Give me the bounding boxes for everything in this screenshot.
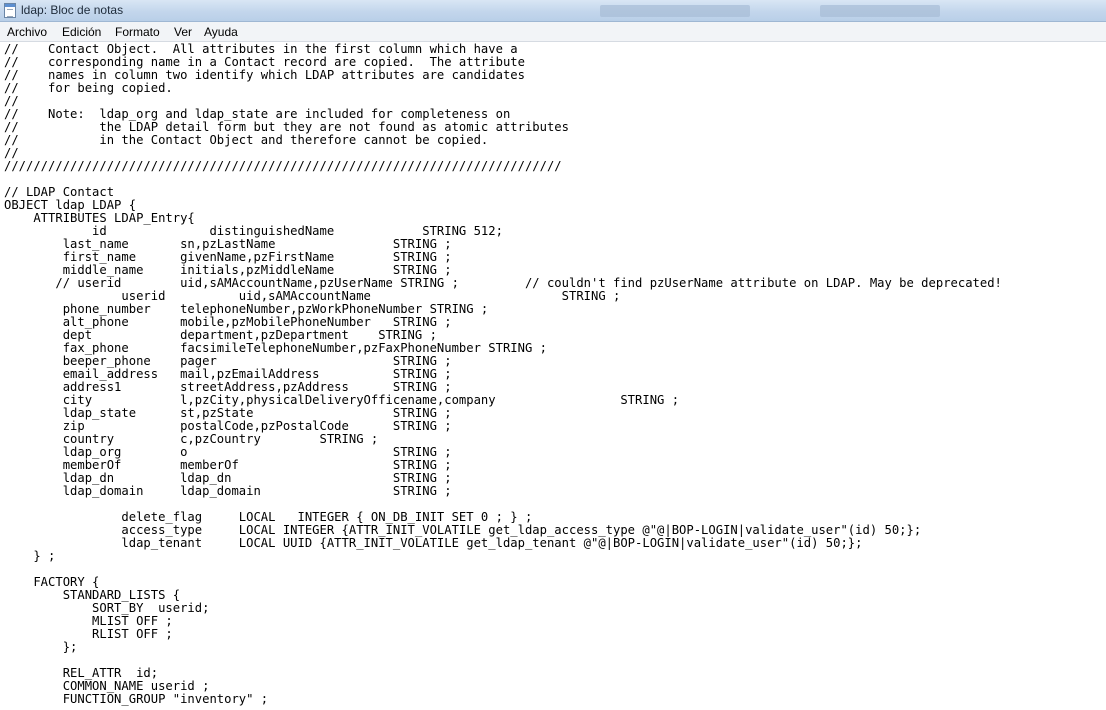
title-bar-blur-decor: [600, 5, 750, 17]
editor-line: ldap_tenant LOCAL UUID {ATTR_INIT_VOLATI…: [4, 536, 863, 550]
menu-ver[interactable]: Ver: [174, 25, 192, 39]
editor-line: ////////////////////////////////////////…: [4, 159, 562, 173]
title-bar-blur-decor: [820, 5, 940, 17]
title-bar[interactable]: ldap: Bloc de notas: [0, 0, 1106, 22]
text-editor[interactable]: // Contact Object. All attributes in the…: [0, 42, 1106, 710]
editor-line: RLIST OFF ;: [4, 627, 173, 641]
editor-line: FUNCTION_GROUP "inventory" ;: [4, 692, 269, 706]
menu-archivo[interactable]: Archivo: [7, 25, 47, 39]
editor-line: ldap_domain ldap_domain STRING ;: [4, 484, 452, 498]
editor-line: } ;: [4, 549, 56, 563]
editor-line: // for being copied.: [4, 81, 173, 95]
notepad-icon: [4, 3, 16, 18]
editor-line: // LDAP Contact: [4, 185, 115, 199]
editor-line: };: [4, 640, 78, 654]
menu-edicion[interactable]: Edición: [62, 25, 101, 39]
menu-ayuda[interactable]: Ayuda: [204, 25, 238, 39]
editor-text: // Contact Object. All attributes in the…: [4, 43, 1002, 706]
window-title: ldap: Bloc de notas: [21, 3, 124, 17]
editor-line: // in the Contact Object and therefore c…: [4, 133, 489, 147]
notepad-window: ldap: Bloc de notas Archivo Edición Form…: [0, 0, 1106, 710]
menu-bar: Archivo Edición Formato Ver Ayuda: [0, 22, 1106, 42]
menu-formato[interactable]: Formato: [115, 25, 160, 39]
